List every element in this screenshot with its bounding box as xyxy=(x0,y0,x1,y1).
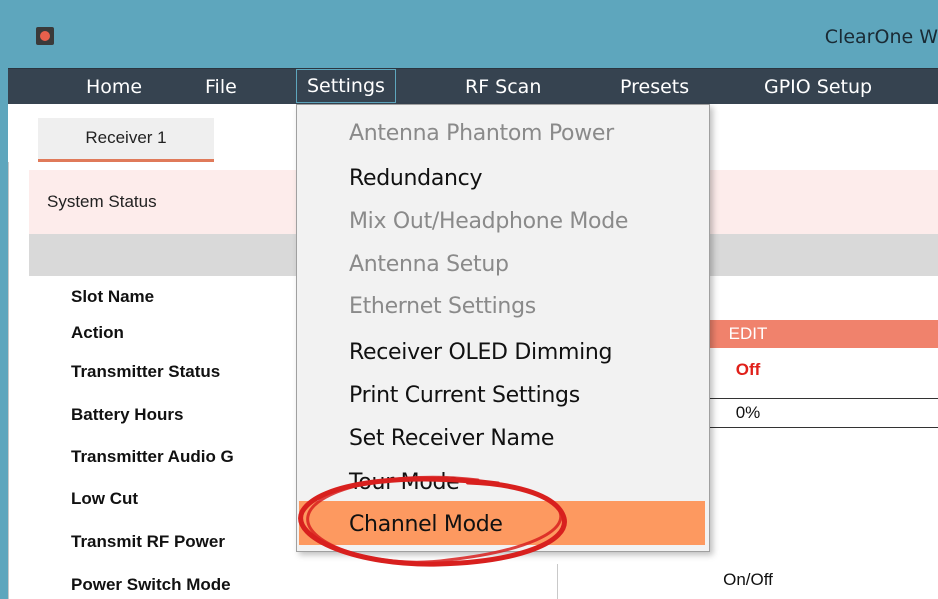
annotation-circle xyxy=(298,475,567,567)
menu-bar: Home File Settings RF Scan Presets GPIO … xyxy=(8,68,938,104)
menu-item-print-current-settings[interactable]: Print Current Settings xyxy=(349,383,580,408)
menu-presets[interactable]: Presets xyxy=(620,69,689,105)
system-status-label: System Status xyxy=(47,192,157,211)
tab-receiver-1[interactable]: Receiver 1 xyxy=(38,118,214,162)
row-label-slot-name: Slot Name xyxy=(71,287,155,306)
row-label-transmitter-audio-gain: Transmitter Audio G xyxy=(71,447,234,466)
row-label-transmitter-status: Transmitter Status xyxy=(71,362,221,381)
menu-item-receiver-oled-dimming[interactable]: Receiver OLED Dimming xyxy=(349,340,613,365)
window-title: ClearOne W xyxy=(824,26,938,48)
row-label-power-switch-mode: Power Switch Mode xyxy=(71,575,231,594)
menu-item-mix-out-headphone-mode[interactable]: Mix Out/Headphone Mode xyxy=(349,209,628,234)
window-left-edge xyxy=(0,0,8,599)
menu-item-antenna-setup[interactable]: Antenna Setup xyxy=(349,252,509,277)
power-switch-mode-value: On/Off xyxy=(723,570,773,589)
menu-settings[interactable]: Settings xyxy=(296,69,396,103)
menu-gpio-setup[interactable]: GPIO Setup xyxy=(764,69,872,105)
row-label-transmit-rf-power: Transmit RF Power xyxy=(71,532,225,551)
row-label-low-cut: Low Cut xyxy=(71,489,139,508)
row-label-action: Action xyxy=(71,323,124,342)
row-label-battery-hours: Battery Hours xyxy=(71,405,184,424)
menu-item-redundancy[interactable]: Redundancy xyxy=(349,166,483,191)
menu-item-antenna-phantom-power[interactable]: Antenna Phantom Power xyxy=(349,121,614,146)
menu-item-ethernet-settings[interactable]: Ethernet Settings xyxy=(349,294,536,319)
menu-item-set-receiver-name[interactable]: Set Receiver Name xyxy=(349,426,554,451)
title-bar: ClearOne W xyxy=(8,0,938,68)
menu-rf-scan[interactable]: RF Scan xyxy=(465,69,541,105)
menu-file[interactable]: File xyxy=(205,69,237,105)
app-icon xyxy=(36,27,54,45)
app-logo-dot xyxy=(40,31,50,41)
menu-home[interactable]: Home xyxy=(86,69,142,105)
